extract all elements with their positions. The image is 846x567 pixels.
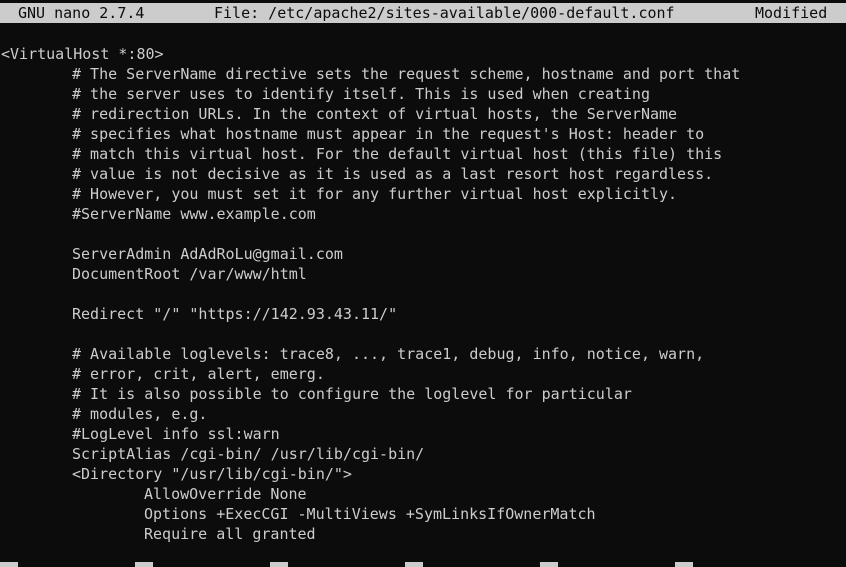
code-line: # The ServerName directive sets the requ… [72, 65, 741, 83]
file-name: File: /etc/apache2/sites-available/000-d… [214, 4, 675, 22]
code-line: Redirect "/" "https://142.93.43.11/" [72, 305, 398, 323]
code-line: # modules, e.g. [72, 405, 208, 423]
editor-text-area[interactable]: <VirtualHost *:80> # The ServerName direc… [0, 44, 846, 552]
code-line: # redirection URLs. In the context of vi… [72, 105, 678, 123]
shortcut-key[interactable] [135, 562, 153, 567]
code-line: DocumentRoot /var/www/html [72, 265, 307, 283]
shortcut-key[interactable] [675, 562, 693, 567]
code-line: # It is also possible to configure the l… [72, 385, 632, 403]
code-line: ServerAdmin AdAdRoLu@gmail.com [72, 245, 343, 263]
code-line: # error, crit, alert, emerg. [72, 365, 325, 383]
code-line: #ServerName www.example.com [72, 205, 316, 223]
code-line: Require all granted [144, 525, 316, 543]
code-line: # value is not decisive as it is used as… [72, 165, 714, 183]
code-line: # However, you must set it for any furth… [72, 185, 678, 203]
shortcut-key[interactable] [0, 562, 18, 567]
code-line: #LogLevel info ssl:warn [72, 425, 280, 443]
shortcut-bar-partial [0, 562, 846, 567]
modified-status: Modified [755, 4, 828, 22]
shortcut-key[interactable] [405, 562, 423, 567]
code-line: # Available loglevels: trace8, ..., trac… [72, 345, 705, 363]
code-line: <Directory "/usr/lib/cgi-bin/"> [72, 465, 352, 483]
code-line: AllowOverride None [144, 485, 307, 503]
code-line: ScriptAlias /cgi-bin/ /usr/lib/cgi-bin/ [72, 445, 425, 463]
code-line: Options +ExecCGI -MultiViews +SymLinksIf… [144, 505, 596, 523]
shortcut-key[interactable] [540, 562, 558, 567]
code-line: # match this virtual host. For the defau… [72, 145, 723, 163]
code-line: # the server uses to identify itself. Th… [72, 85, 650, 103]
code-line: # specifies what hostname must appear in… [72, 125, 705, 143]
terminal-window: GNU nano 2.7.4 File: /etc/apache2/sites-… [0, 0, 846, 567]
nano-title-bar: GNU nano 2.7.4 File: /etc/apache2/sites-… [0, 3, 846, 23]
code-line: <VirtualHost *:80> [1, 45, 164, 63]
app-name: GNU nano 2.7.4 [18, 4, 145, 22]
shortcut-key[interactable] [270, 562, 288, 567]
